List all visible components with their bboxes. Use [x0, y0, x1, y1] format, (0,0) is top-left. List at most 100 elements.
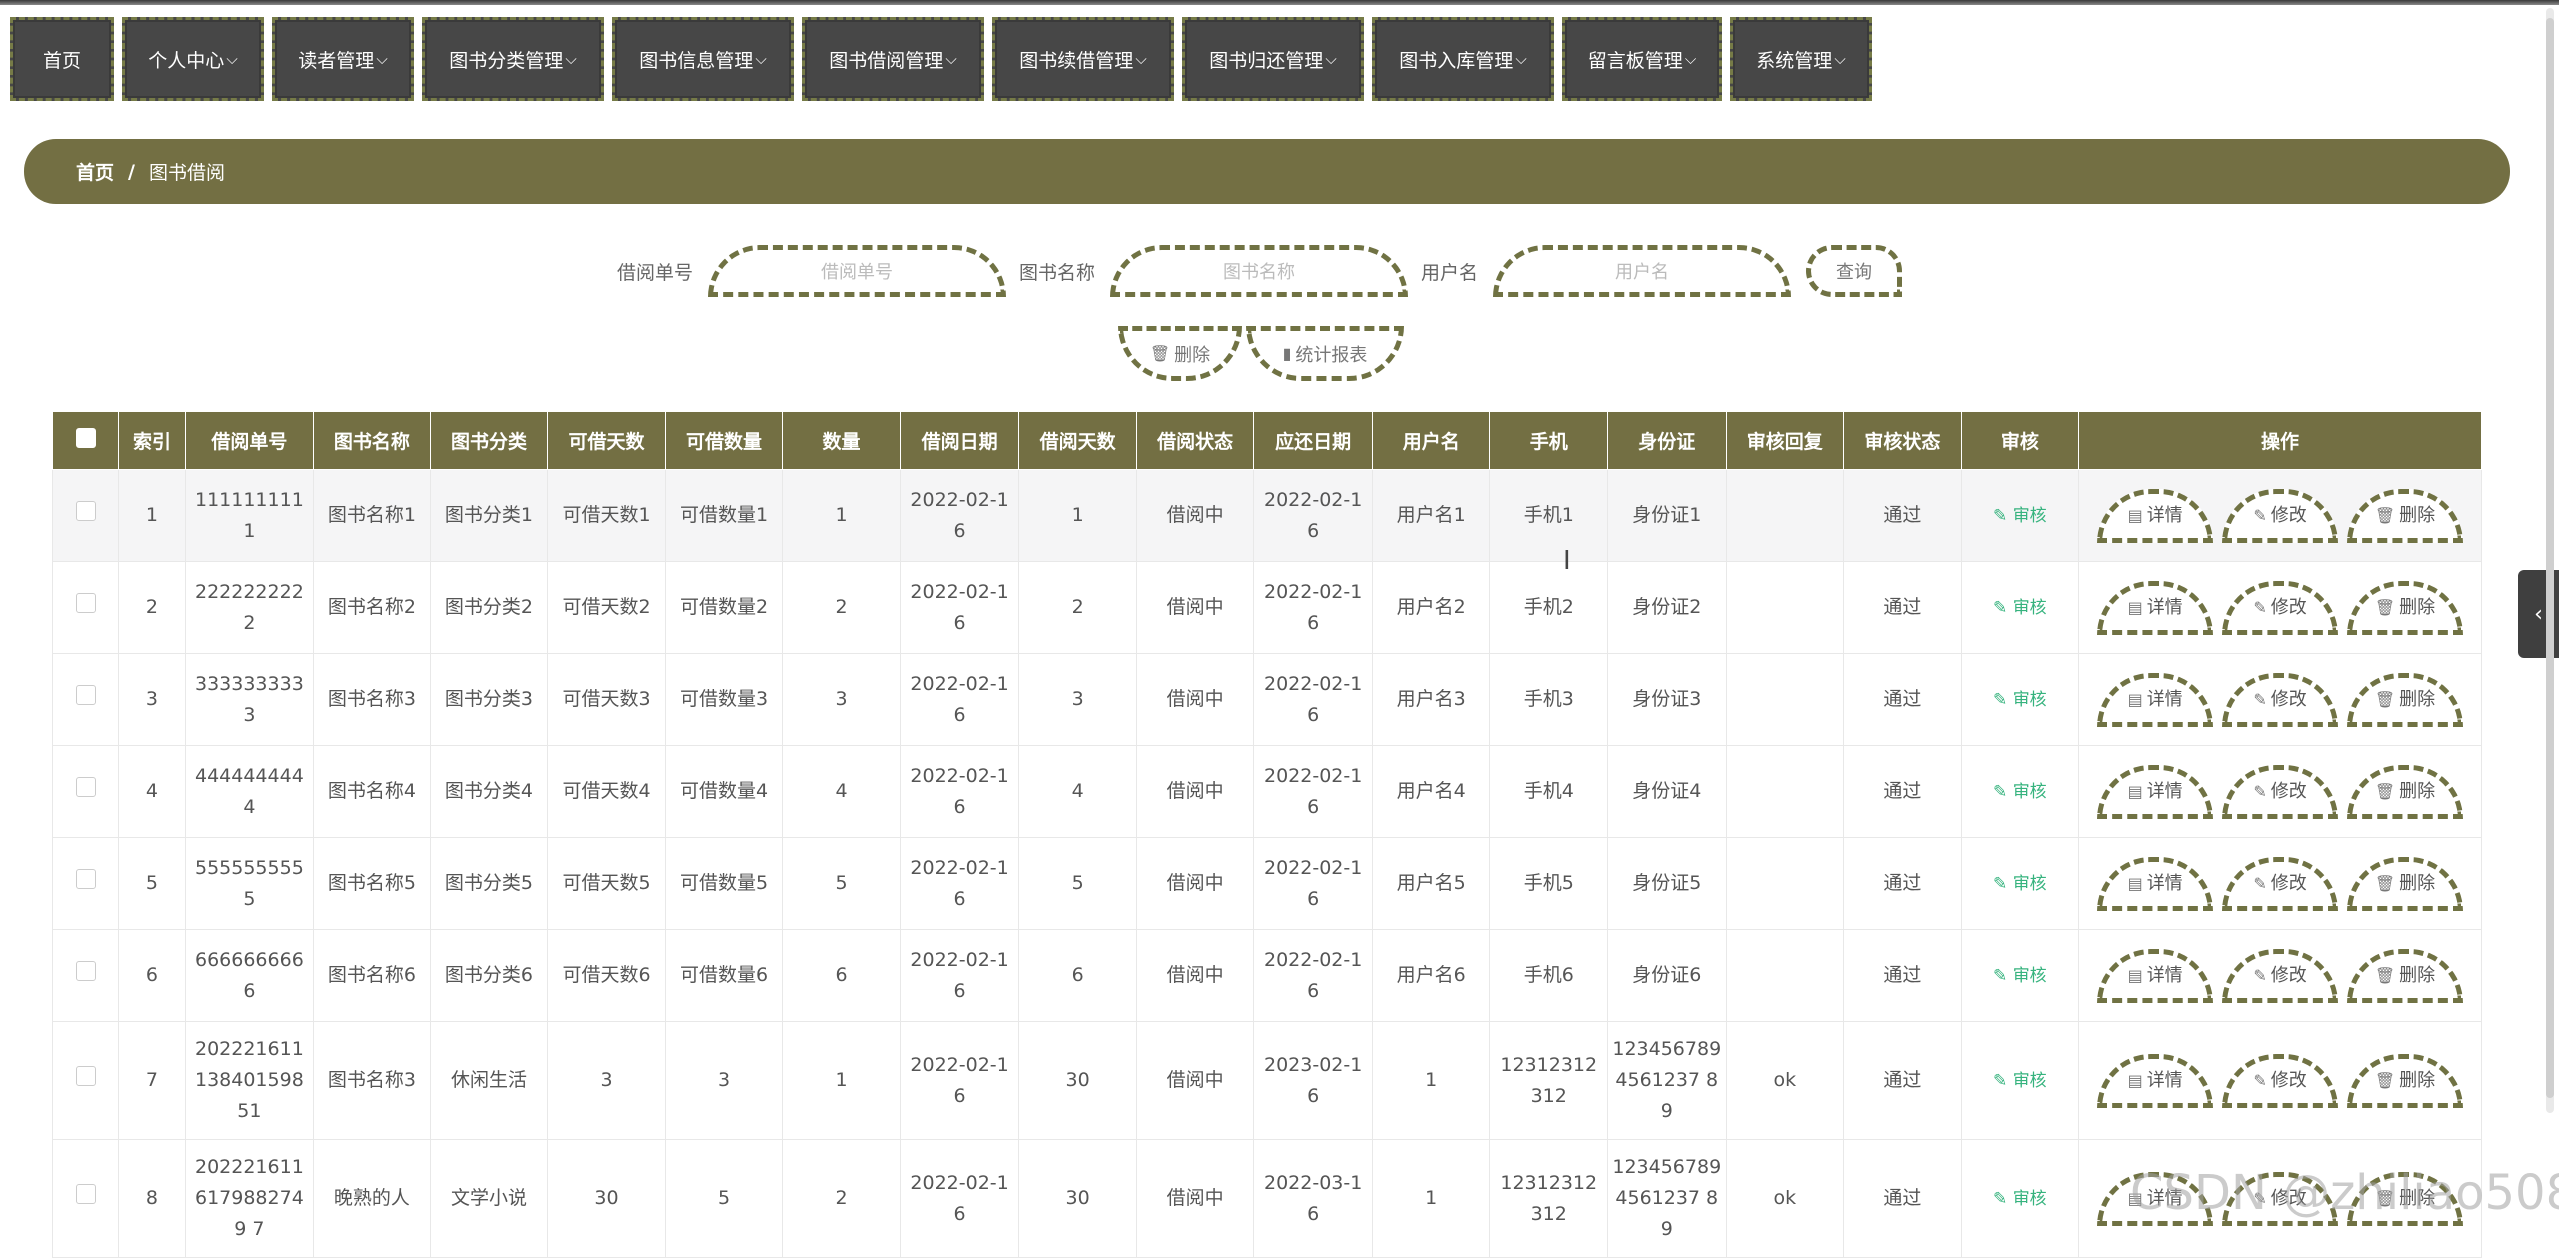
edit-button[interactable]: ✎ 修改	[2222, 488, 2339, 543]
cell-qty: 可借数量1	[664, 469, 784, 562]
detail-button[interactable]: ▤ 详情	[2097, 1053, 2214, 1108]
delete-button[interactable]: 🗑 删除	[2347, 580, 2463, 635]
username-input[interactable]: 用户名	[1493, 245, 1791, 297]
row-checkbox[interactable]	[75, 869, 96, 889]
column-header: 用户名	[1371, 411, 1491, 470]
audit-link[interactable]: ✎ 审核	[1993, 690, 2047, 710]
cell-name: 图书名称3	[313, 653, 431, 746]
cell-phone: 手机3	[1489, 653, 1608, 746]
audit-link[interactable]: ✎ 审核	[1993, 598, 2047, 618]
trash-icon: 🗑	[2374, 966, 2396, 985]
edit-button[interactable]: ✎ 修改	[2222, 764, 2339, 819]
column-header: 借阅天数	[1018, 411, 1137, 470]
nav-item-9[interactable]: 留言板管理 ⌵	[1562, 17, 1722, 101]
detail-button[interactable]: ▤ 详情	[2097, 856, 2214, 911]
cell-due: 2022-02-16	[1253, 561, 1373, 654]
detail-button[interactable]: ▤ 详情	[2097, 948, 2214, 1003]
audit-label: 审核	[2012, 1188, 2047, 1209]
row-checkbox[interactable]	[75, 777, 96, 797]
edit-button[interactable]: ✎ 修改	[2222, 580, 2339, 635]
cell-phone: 手机2	[1489, 561, 1608, 654]
cell-reply	[1725, 837, 1845, 930]
delete-button[interactable]: 🗑 删除	[2347, 856, 2463, 911]
cell-due: 2022-03-16	[1253, 1139, 1373, 1258]
audit-link[interactable]: ✎ 审核	[1993, 1071, 2047, 1091]
trash-icon: 🗑	[2374, 782, 2396, 801]
edit-button[interactable]: ✎ 修改	[2222, 856, 2339, 911]
edit-label: 修改	[2270, 965, 2307, 986]
report-button[interactable]: ▮ 统计报表	[1246, 326, 1404, 381]
nav-item-label: 个人中心	[148, 49, 225, 72]
delete-label: 删除	[2399, 1070, 2436, 1091]
cell-status: 借阅中	[1135, 929, 1255, 1022]
detail-button[interactable]: ▤ 详情	[2097, 488, 2214, 543]
book-name-input[interactable]: 图书名称	[1110, 245, 1408, 297]
nav-item-3[interactable]: 图书分类管理 ⌵	[422, 17, 604, 101]
edit-button[interactable]: ✎ 修改	[2222, 1053, 2339, 1108]
row-checkbox[interactable]	[75, 593, 96, 613]
cell-user: 用户名2	[1371, 561, 1491, 654]
operation-cell: ▤ 详情 ✎ 修改 🗑 删除	[2078, 929, 2482, 1022]
cell-due: 2022-02-16	[1253, 837, 1373, 930]
audit-link[interactable]: ✎ 审核	[1993, 966, 2047, 986]
nav-item-2[interactable]: 读者管理 ⌵	[272, 17, 414, 101]
operation-cell: ▤ 详情 ✎ 修改 🗑 删除	[2078, 1021, 2482, 1140]
nav-item-7[interactable]: 图书归还管理 ⌵	[1182, 17, 1364, 101]
nav-item-10[interactable]: 系统管理 ⌵	[1730, 17, 1872, 101]
cell-index: 8	[118, 1139, 186, 1258]
edit-button[interactable]: ✎ 修改	[2222, 672, 2339, 727]
row-checkbox[interactable]	[75, 961, 96, 981]
detail-label: 详情	[2146, 505, 2183, 526]
audit-link[interactable]: ✎ 审核	[1993, 782, 2047, 802]
cell-id: 身份证1	[1607, 469, 1727, 562]
delete-button[interactable]: 🗑 删除	[2347, 764, 2463, 819]
cell-name: 图书名称4	[313, 745, 431, 838]
nav-item-5[interactable]: 图书借阅管理 ⌵	[802, 17, 984, 101]
nav-item-1[interactable]: 个人中心 ⌵	[122, 17, 264, 101]
trash-icon: 🗑	[2374, 1071, 2396, 1090]
audit-link[interactable]: ✎ 审核	[1993, 506, 2047, 526]
cell-no: 2022216116179882749 7	[184, 1139, 315, 1258]
cell-no: 3333333333	[184, 653, 315, 746]
delete-button[interactable]: 🗑 删除	[2347, 488, 2463, 543]
audit-link[interactable]: ✎ 审核	[1993, 874, 2047, 894]
row-checkbox[interactable]	[75, 685, 96, 705]
batch-delete-button[interactable]: 🗑 删除	[1118, 326, 1242, 381]
detail-button[interactable]: ▤ 详情	[2097, 764, 2214, 819]
audit-label: 审核	[2012, 505, 2047, 526]
breadcrumb-home[interactable]: 首页	[76, 158, 114, 185]
borrow-no-input[interactable]: 借阅单号	[708, 245, 1006, 297]
nav-item-0[interactable]: 首页	[10, 17, 114, 101]
select-all-checkbox[interactable]	[75, 428, 96, 448]
nav-item-6[interactable]: 图书续借管理 ⌵	[992, 17, 1174, 101]
nav-item-4[interactable]: 图书信息管理 ⌵	[612, 17, 794, 101]
detail-button[interactable]: ▤ 详情	[2097, 672, 2214, 727]
nav-item-8[interactable]: 图书入库管理 ⌵	[1372, 17, 1554, 101]
cell-qty: 可借数量2	[664, 561, 784, 654]
cell-num: 2	[782, 1139, 901, 1258]
scrollbar-thumb[interactable]	[2546, 18, 2554, 1098]
breadcrumb: 首页 / 图书借阅	[24, 139, 2510, 204]
delete-button[interactable]: 🗑 删除	[2347, 948, 2463, 1003]
row-checkbox[interactable]	[75, 1066, 96, 1086]
page-scrollbar[interactable]	[2546, 8, 2554, 1113]
borrow-table: 索引 借阅单号 图书名称 图书分类 可借天数 可借数量 数量 借阅日期 借阅天数 借阅状态 应还日期…	[51, 411, 2482, 1258]
nav-item-label: 系统管理	[1756, 49, 1833, 72]
delete-button[interactable]: 🗑 删除	[2347, 672, 2463, 727]
audit-cell: ✎ 审核	[1960, 653, 2080, 746]
detail-button[interactable]: ▤ 详情	[2097, 580, 2214, 635]
cell-phone: 手机1	[1489, 469, 1608, 562]
username-label: 用户名	[1421, 262, 1479, 284]
audit-link[interactable]: ✎ 审核	[1993, 1189, 2047, 1209]
row-checkbox[interactable]	[75, 1184, 96, 1204]
edit-button[interactable]: ✎ 修改	[2222, 948, 2339, 1003]
pencil-icon: ✎	[2253, 966, 2267, 985]
cell-num: 1	[782, 1021, 901, 1140]
delete-button[interactable]: 🗑 删除	[2347, 1053, 2463, 1108]
operation-cell: ▤ 详情 ✎ 修改 🗑 删除	[2078, 469, 2482, 562]
cell-bdays: 30	[1018, 1021, 1137, 1140]
row-checkbox[interactable]	[75, 501, 96, 521]
detail-label: 详情	[2146, 781, 2183, 802]
query-button[interactable]: 查询	[1806, 245, 1902, 297]
edit-label: 修改	[2270, 781, 2307, 802]
